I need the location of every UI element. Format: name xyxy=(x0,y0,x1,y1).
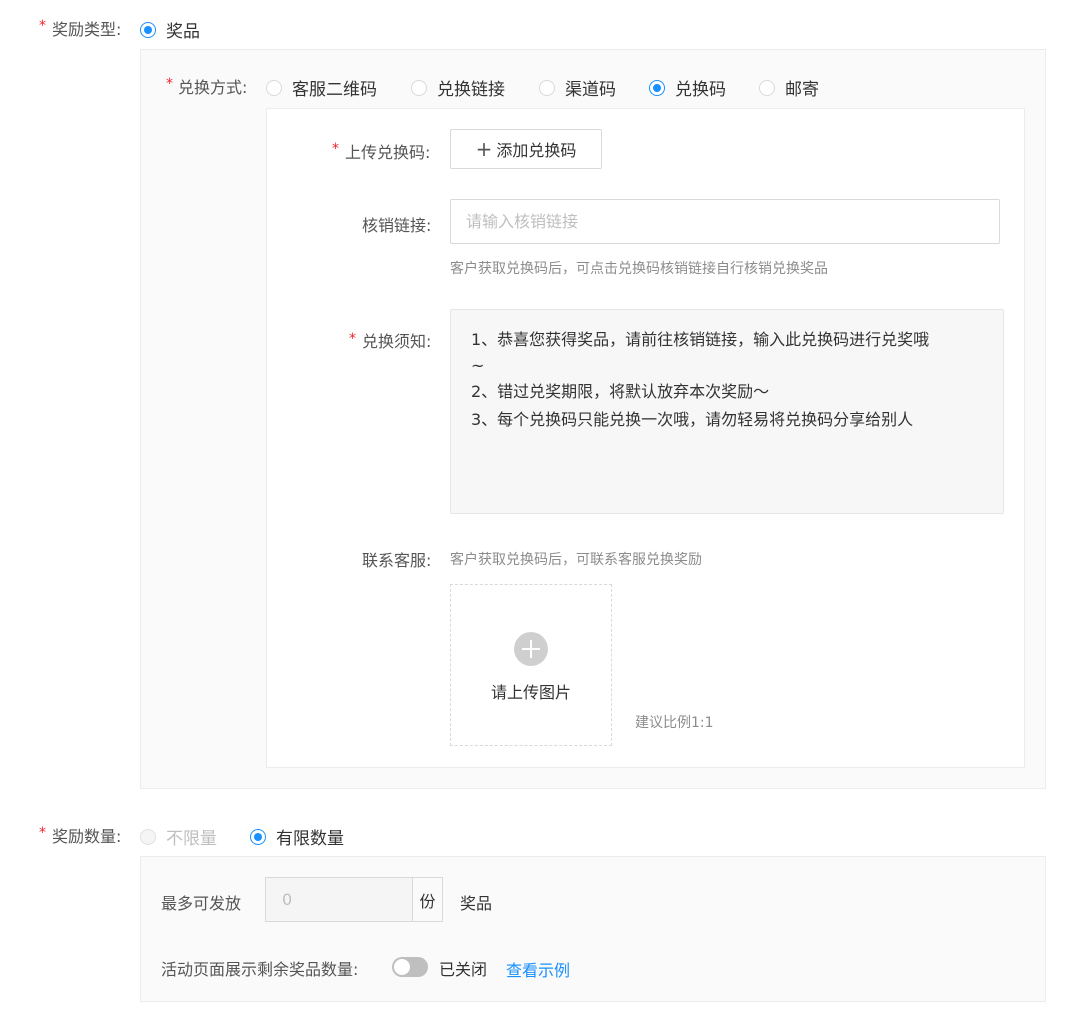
upload-image-label: 请上传图片 xyxy=(490,683,571,702)
radio-label: 兑换链接 xyxy=(437,80,505,100)
view-example-link[interactable]: 查看示例 xyxy=(506,957,570,981)
radio-icon xyxy=(140,828,156,845)
contact-service-label: 联系客服: xyxy=(362,551,432,570)
verify-link-input[interactable] xyxy=(450,199,1000,244)
radio-icon xyxy=(759,79,775,96)
radio-icon xyxy=(266,79,282,96)
required-mark: * xyxy=(39,825,46,841)
reward-type-label: 奖励类型: xyxy=(52,20,122,39)
required-mark: * xyxy=(166,76,173,92)
required-mark: * xyxy=(349,331,356,347)
redeem-notice-textarea[interactable]: 1、恭喜您获得奖品，请前往核销链接，输入此兑换码进行兑奖哦 ~ 2、错过兑奖期限… xyxy=(450,309,1004,514)
exchange-option-redeem-code[interactable]: 兑换码 xyxy=(649,75,726,100)
max-issue-unit: 份 xyxy=(412,878,442,921)
max-issue-label: 最多可发放 xyxy=(161,894,242,913)
notice-line-3: 3、每个兑换码只能兑换一次哦，请勿轻易将兑换码分享给别人 xyxy=(471,410,914,429)
toggle-knob xyxy=(394,959,410,975)
exchange-option-channel-code[interactable]: 渠道码 xyxy=(539,75,616,100)
reward-quantity-label: 奖励数量: xyxy=(52,827,122,846)
max-issue-input[interactable]: 0 xyxy=(266,878,412,921)
radio-label: 兑换码 xyxy=(675,80,726,100)
verify-link-hint: 客户获取兑换码后，可点击兑换码核销链接自行核销兑换奖品 xyxy=(450,261,828,277)
max-issue-suffix: 奖品 xyxy=(460,894,493,913)
add-redeem-code-button[interactable]: + 添加兑换码 xyxy=(450,129,602,169)
toggle-state-text: 已关闭 xyxy=(439,960,488,979)
show-remaining-label: 活动页面展示剩余奖品数量: xyxy=(161,960,359,979)
reward-type-prize-radio[interactable]: 奖品 xyxy=(140,17,200,42)
exchange-option-link[interactable]: 兑换链接 xyxy=(411,75,505,100)
notice-line-1-cont: ~ xyxy=(471,356,485,375)
radio-checked-icon xyxy=(250,828,266,845)
quantity-unlimited-radio[interactable]: 不限量 xyxy=(140,824,217,849)
upload-image-box[interactable]: 请上传图片 xyxy=(450,584,612,746)
radio-icon xyxy=(539,79,555,96)
radio-label: 有限数量 xyxy=(276,829,344,849)
quantity-limited-radio[interactable]: 有限数量 xyxy=(250,824,344,849)
show-remaining-toggle[interactable] xyxy=(392,957,428,977)
redeem-notice-label: 兑换须知: xyxy=(362,332,432,351)
radio-label: 不限量 xyxy=(166,829,217,849)
radio-label: 奖品 xyxy=(166,22,200,42)
notice-line-1: 1、恭喜您获得奖品，请前往核销链接，输入此兑换码进行兑奖哦 xyxy=(471,330,930,349)
plus-circle-icon xyxy=(514,632,548,666)
radio-label: 邮寄 xyxy=(785,80,819,100)
radio-label: 客服二维码 xyxy=(292,80,377,100)
radio-checked-icon xyxy=(140,21,156,38)
add-redeem-code-label: 添加兑换码 xyxy=(496,141,577,160)
upload-codes-label: 上传兑换码: xyxy=(345,143,431,162)
verify-link-label: 核销链接: xyxy=(362,216,432,235)
exchange-option-cs-qrcode[interactable]: 客服二维码 xyxy=(266,75,377,100)
max-issue-input-group: 0 份 xyxy=(265,877,443,922)
required-mark: * xyxy=(39,18,46,34)
contact-service-hint: 客户获取兑换码后，可联系客服兑换奖励 xyxy=(450,552,702,568)
radio-label: 渠道码 xyxy=(565,80,616,100)
exchange-option-mail[interactable]: 邮寄 xyxy=(759,75,819,100)
exchange-method-label: 兑换方式: xyxy=(178,78,248,97)
notice-line-2: 2、错过兑奖期限，将默认放弃本次奖励～ xyxy=(471,382,770,401)
image-ratio-hint: 建议比例1:1 xyxy=(635,715,714,731)
plus-icon: + xyxy=(475,137,493,161)
required-mark: * xyxy=(332,141,339,157)
radio-icon xyxy=(411,79,427,96)
radio-checked-icon xyxy=(649,79,665,96)
